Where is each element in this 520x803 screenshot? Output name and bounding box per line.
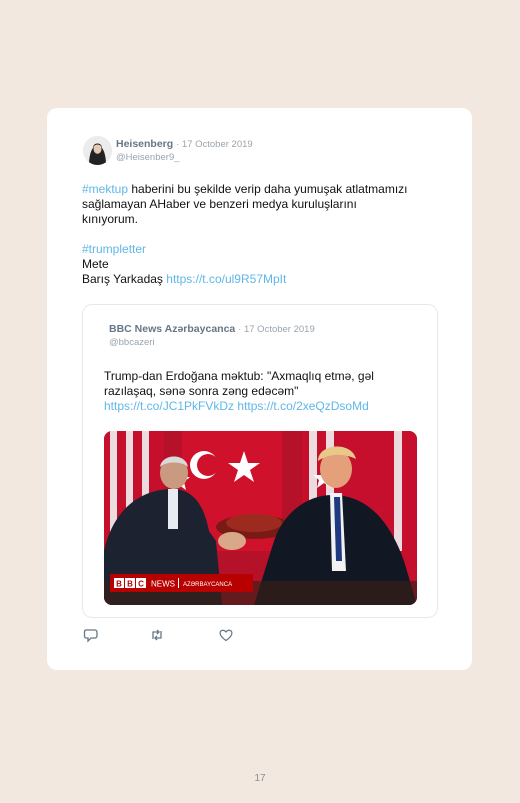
tweet-text-main: haberini bu şekilde verip daha yumuşak a… xyxy=(82,182,408,226)
avatar[interactable] xyxy=(83,136,112,165)
page-number: 17 xyxy=(254,773,266,784)
hashtag-mektup[interactable]: #mektup xyxy=(82,182,128,196)
handshake-photo: B B C NEWS AZƏRBAYCANCA xyxy=(104,431,417,605)
bbc-logo-b2: B xyxy=(127,580,133,589)
tweet-line-mete: Mete xyxy=(82,257,109,271)
quoted-tweet-header: BBC News Azərbaycanca · 17 October 2019 … xyxy=(109,323,315,349)
bbc-logo-c: C xyxy=(138,580,144,589)
bbc-logo-b1: B xyxy=(116,580,122,589)
author-name[interactable]: Heisenberg xyxy=(116,138,173,150)
quoted-link-1[interactable]: https://t.co/JC1PkFVkDz xyxy=(104,399,234,413)
avatar-image xyxy=(83,136,112,165)
quoted-author-name[interactable]: BBC News Azərbaycanca xyxy=(109,323,235,335)
quoted-tweet-image[interactable]: B B C NEWS AZƏRBAYCANCA xyxy=(104,431,417,605)
tweet-text: #mektup haberini bu şekilde verip daha y… xyxy=(82,182,412,287)
tweet-header: Heisenberg · 17 October 2019 @Heisenber9… xyxy=(116,138,253,164)
bbc-news-label: NEWS xyxy=(151,580,175,589)
tweet-link[interactable]: https://t.co/ul9R57MpIt xyxy=(166,272,286,286)
quoted-tweet-text: Trump-dan Erdoğana məktub: "Axmaqlıq etm… xyxy=(104,369,416,414)
reply-icon[interactable] xyxy=(83,627,99,643)
tweet-date[interactable]: · 17 October 2019 xyxy=(176,139,253,150)
tweet-card: Heisenberg · 17 October 2019 @Heisenber9… xyxy=(47,108,472,670)
author-handle[interactable]: @Heisenber9_ xyxy=(116,151,253,164)
bbc-language-label: AZƏRBAYCANCA xyxy=(183,582,232,588)
quoted-author-handle[interactable]: @bbcazeri xyxy=(109,336,315,349)
retweet-icon[interactable] xyxy=(149,627,165,643)
quoted-text-main: Trump-dan Erdoğana məktub: "Axmaqlıq etm… xyxy=(104,369,374,398)
quoted-tweet-date[interactable]: · 17 October 2019 xyxy=(238,324,315,335)
tweet-actions xyxy=(83,627,283,643)
quoted-tweet[interactable]: BBC News Azərbaycanca · 17 October 2019 … xyxy=(82,304,438,618)
hashtag-trumpletter[interactable]: #trumpletter xyxy=(82,242,412,257)
quoted-link-2[interactable]: https://t.co/2xeQzDsoMd xyxy=(237,399,368,413)
heart-icon[interactable] xyxy=(218,627,234,643)
tweet-line-baris: Barış Yarkadaş xyxy=(82,272,167,286)
